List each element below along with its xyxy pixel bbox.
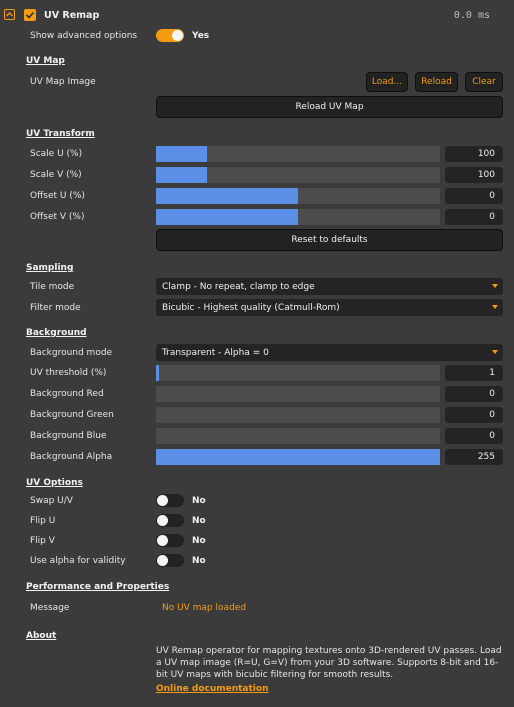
caret-down-icon [492, 284, 498, 288]
toggle-knob [157, 535, 168, 546]
background-red-value[interactable]: 0 [445, 386, 503, 402]
flip-u-value: No [192, 516, 206, 526]
tile-mode-value: Clamp - No repeat, clamp to edge [162, 281, 315, 292]
flip-v-label: Flip V [30, 536, 55, 546]
background-mode-dropdown[interactable]: Transparent - Alpha = 0 [156, 344, 503, 361]
section-uv-transform: UV Transform [26, 129, 95, 139]
tile-mode-dropdown[interactable]: Clamp - No repeat, clamp to edge [156, 278, 503, 295]
background-green-label: Background Green [30, 410, 114, 420]
toggle-knob [172, 30, 183, 41]
background-red-label: Background Red [30, 389, 104, 399]
slider-fill [156, 188, 298, 204]
alpha-validity-label: Use alpha for validity [30, 556, 126, 566]
background-blue-value[interactable]: 0 [445, 428, 503, 444]
uv-threshold-slider[interactable] [156, 365, 440, 381]
render-time: 0.0 ms [453, 10, 490, 21]
offset-u-value[interactable]: 0 [445, 188, 503, 204]
advanced-options-label: Show advanced options [30, 31, 138, 41]
flip-v-value: No [192, 536, 206, 546]
alpha-validity-value: No [192, 556, 206, 566]
background-mode-value: Transparent - Alpha = 0 [162, 347, 269, 358]
background-blue-slider[interactable] [156, 428, 440, 444]
slider-fill [156, 449, 440, 465]
section-uv-map: UV Map [26, 56, 65, 66]
slider-fill [156, 209, 298, 225]
background-green-value[interactable]: 0 [445, 407, 503, 423]
reset-defaults-button[interactable]: Reset to defaults [156, 229, 503, 251]
scale-v-value[interactable]: 100 [445, 167, 503, 183]
background-alpha-label: Background Alpha [30, 452, 113, 462]
section-background: Background [26, 328, 87, 338]
slider-fill [156, 167, 208, 183]
swap-uv-label: Swap U/V [30, 496, 73, 506]
swap-uv-toggle[interactable] [156, 494, 184, 507]
scale-u-value[interactable]: 100 [445, 146, 503, 162]
load-button[interactable]: Load... [366, 72, 408, 92]
checkmark-icon [25, 11, 35, 19]
background-green-slider[interactable] [156, 407, 440, 423]
toggle-knob [157, 495, 168, 506]
advanced-options-toggle[interactable] [156, 29, 184, 42]
uv-map-image-label: UV Map Image [30, 77, 96, 87]
online-documentation-link[interactable]: Online documentation [156, 684, 268, 694]
background-alpha-value[interactable]: 255 [445, 449, 503, 465]
message-value: No UV map loaded [162, 603, 247, 613]
filter-mode-value: Bicubic - Highest quality (Catmull-Rom) [162, 302, 340, 313]
section-uv-options: UV Options [26, 478, 83, 488]
offset-u-label: Offset U (%) [30, 191, 85, 201]
offset-v-label: Offset V (%) [30, 212, 85, 222]
message-label: Message [30, 603, 70, 613]
background-red-slider[interactable] [156, 386, 440, 402]
section-about: About [26, 631, 57, 641]
alpha-validity-toggle[interactable] [156, 554, 184, 567]
chevron-up-icon [6, 12, 13, 17]
background-blue-label: Background Blue [30, 431, 107, 441]
flip-u-toggle[interactable] [156, 514, 184, 527]
section-performance: Performance and Properties [26, 582, 170, 592]
clear-button[interactable]: Clear [465, 72, 503, 92]
toggle-knob [157, 555, 168, 566]
background-alpha-slider[interactable] [156, 449, 440, 465]
reload-uv-map-button[interactable]: Reload UV Map [156, 96, 503, 118]
slider-fill [156, 146, 208, 162]
offset-u-slider[interactable] [156, 188, 440, 204]
collapse-toggle[interactable] [4, 9, 15, 20]
tile-mode-label: Tile mode [30, 282, 75, 292]
reload-button[interactable]: Reload [415, 72, 458, 92]
offset-v-slider[interactable] [156, 209, 440, 225]
slider-fill [156, 365, 159, 381]
offset-v-value[interactable]: 0 [445, 209, 503, 225]
caret-down-icon [492, 350, 498, 354]
about-text: UV Remap operator for mapping textures o… [156, 646, 502, 680]
scale-v-slider[interactable] [156, 167, 440, 183]
filter-mode-dropdown[interactable]: Bicubic - Highest quality (Catmull-Rom) [156, 299, 503, 316]
scale-v-label: Scale V (%) [30, 170, 82, 180]
background-mode-label: Background mode [30, 348, 113, 358]
operator-title: UV Remap [44, 10, 100, 21]
uv-threshold-value[interactable]: 1 [445, 365, 503, 381]
section-sampling: Sampling [26, 263, 74, 273]
caret-down-icon [492, 305, 498, 309]
flip-v-toggle[interactable] [156, 534, 184, 547]
swap-uv-value: No [192, 496, 206, 506]
flip-u-label: Flip U [30, 516, 56, 526]
advanced-options-value: Yes [192, 31, 210, 41]
scale-u-label: Scale U (%) [30, 149, 83, 159]
scale-u-slider[interactable] [156, 146, 440, 162]
toggle-knob [157, 515, 168, 526]
filter-mode-label: Filter mode [30, 303, 81, 313]
uv-threshold-label: UV threshold (%) [30, 368, 107, 378]
enable-checkbox[interactable] [24, 9, 36, 21]
